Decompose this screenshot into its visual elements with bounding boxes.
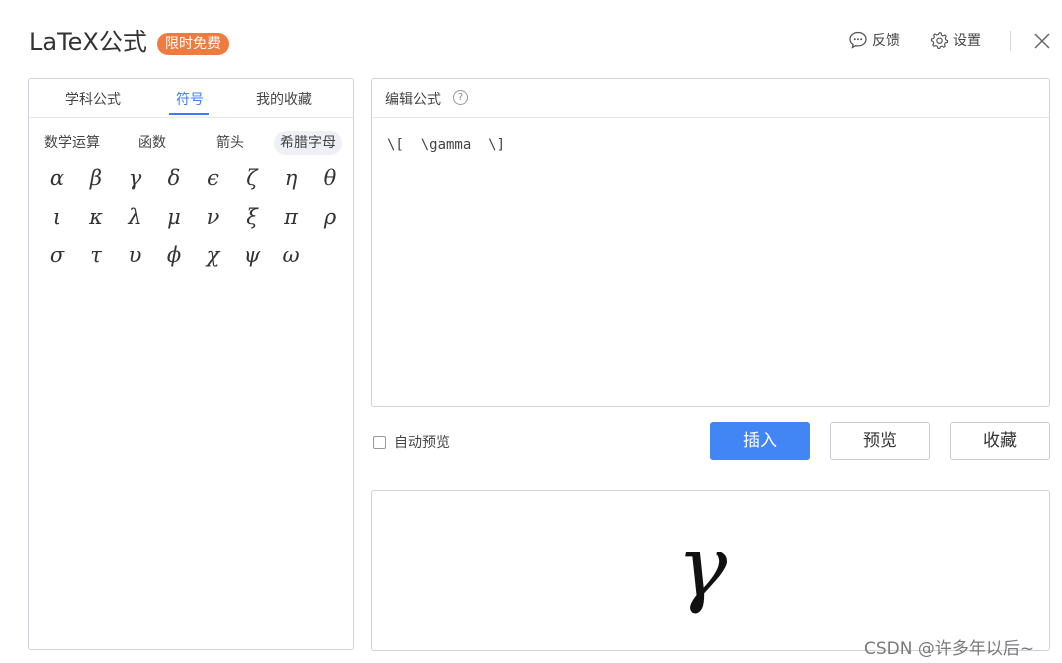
symbol-alpha[interactable]: α	[43, 164, 71, 192]
dialog-title: LaTeX公式	[29, 28, 147, 56]
symbol-delta[interactable]: δ	[160, 164, 188, 192]
gear-icon	[930, 31, 949, 49]
subtab-functions[interactable]: 函数	[132, 131, 172, 155]
tab-subject-formulas[interactable]: 学科公式	[65, 89, 121, 109]
insert-button[interactable]: 插入	[710, 422, 810, 460]
symbol-zeta[interactable]: ζ	[238, 164, 266, 192]
formula-editor[interactable]: 编辑公式 ? \[ \gamma \]	[371, 78, 1050, 407]
watermark: CSDN @许多年以后~	[864, 639, 1035, 659]
symbol-epsilon[interactable]: ϵ	[199, 164, 227, 192]
active-tab-indicator	[169, 113, 209, 115]
feedback-button[interactable]: 反馈	[848, 30, 900, 50]
symbol-gamma[interactable]: γ	[121, 164, 149, 192]
symbol-phi[interactable]: ϕ	[160, 241, 188, 269]
tab-bar: 学科公式 符号 我的收藏	[29, 79, 353, 118]
symbol-sigma[interactable]: σ	[43, 241, 71, 269]
editor-label: 编辑公式	[385, 92, 441, 108]
symbol-rho[interactable]: ρ	[316, 203, 344, 231]
header-divider	[1010, 31, 1011, 51]
preview-panel: γ	[371, 490, 1050, 651]
subtab-greek-letters[interactable]: 希腊字母	[274, 131, 342, 155]
symbol-beta[interactable]: β	[82, 164, 110, 192]
preview-button[interactable]: 预览	[830, 422, 930, 460]
symbol-eta[interactable]: η	[277, 164, 305, 192]
symbol-nu[interactable]: ν	[199, 203, 227, 231]
subtab-arrows[interactable]: 箭头	[210, 131, 250, 155]
tab-symbols[interactable]: 符号	[176, 89, 204, 109]
editor-header: 编辑公式 ?	[372, 79, 1049, 118]
symbol-tau[interactable]: τ	[82, 241, 110, 269]
free-badge: 限时免费	[157, 33, 229, 55]
help-icon[interactable]: ?	[453, 90, 468, 105]
symbol-pi[interactable]: π	[277, 203, 305, 231]
symbol-upsilon[interactable]: υ	[121, 241, 149, 269]
symbol-omega[interactable]: ω	[277, 241, 305, 269]
settings-label: 设置	[953, 33, 981, 49]
formula-code[interactable]: \[ \gamma \]	[387, 137, 505, 153]
settings-button[interactable]: 设置	[930, 30, 981, 50]
tab-my-favorites[interactable]: 我的收藏	[256, 89, 312, 109]
auto-preview-checkbox[interactable]	[373, 435, 386, 449]
auto-preview-label: 自动预览	[394, 435, 450, 451]
symbol-mu[interactable]: μ	[160, 203, 188, 231]
symbol-lambda[interactable]: λ	[121, 203, 149, 231]
close-icon[interactable]	[1033, 32, 1051, 50]
chat-bubble-icon	[849, 31, 867, 49]
preview-rendered-formula: γ	[677, 518, 728, 616]
symbol-chi[interactable]: χ	[199, 241, 227, 269]
symbol-xi[interactable]: ξ	[238, 203, 266, 231]
symbol-iota[interactable]: ι	[43, 203, 71, 231]
symbol-panel: 学科公式 符号 我的收藏 数学运算 函数 箭头 希腊字母 α β γ δ ϵ ζ…	[28, 78, 354, 650]
auto-preview-toggle[interactable]: 自动预览	[373, 432, 450, 452]
symbol-psi[interactable]: ψ	[238, 241, 266, 269]
symbol-theta[interactable]: θ	[316, 164, 344, 192]
feedback-label: 反馈	[872, 33, 900, 49]
favorite-button[interactable]: 收藏	[950, 422, 1050, 460]
symbol-kappa[interactable]: κ	[82, 203, 110, 231]
subtab-math-operations[interactable]: 数学运算	[38, 131, 106, 155]
